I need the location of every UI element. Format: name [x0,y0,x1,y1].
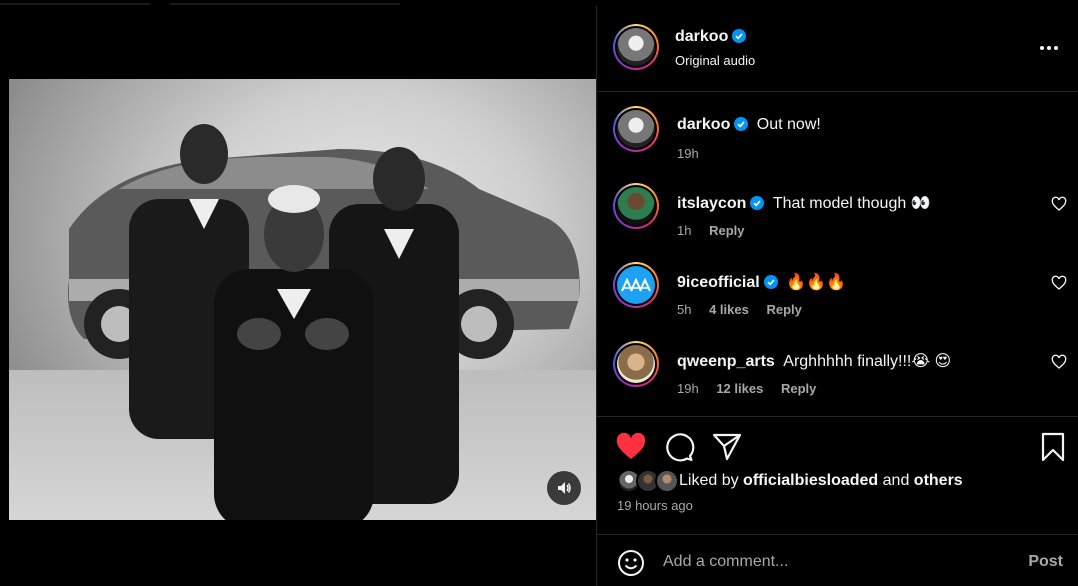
caption-avatar[interactable] [613,106,659,152]
liked-by-and: and [882,472,910,489]
paper-plane-icon[interactable] [711,431,743,463]
comment-text: Arghhhhh finally!!!😭 😍 [783,353,952,370]
comment-time: 19h [677,381,699,396]
caption-time: 19h [677,146,699,161]
reply-button[interactable]: Reply [781,381,816,396]
audio-label[interactable]: Original audio [675,53,755,68]
bookmark-icon[interactable] [1037,431,1069,463]
liked-by: Liked by officialbiesloaded and others [617,469,963,493]
video-frame [68,124,580,520]
verified-badge-icon [732,29,747,43]
comment-username[interactable]: qweenp_arts [677,353,775,370]
reel-video[interactable] [9,79,596,520]
mute-button[interactable] [547,471,581,505]
action-bar [597,416,1078,462]
author-username[interactable]: darkoo [675,28,728,45]
liker-avatars[interactable] [617,469,679,493]
comment-text: That model though 👀 [772,195,931,212]
post-header: darkoo Original audio [597,6,1078,92]
post-panel: darkoo Original audio darkoo Out now! 19… [596,6,1078,586]
media-area [0,0,596,586]
heart-outline-icon[interactable] [1051,354,1067,370]
comment-text: 🔥🔥🔥 [786,274,846,291]
more-options-button[interactable] [1037,40,1061,56]
comment-avatar[interactable] [613,262,659,308]
logo-icon [621,278,651,292]
comment-likes[interactable]: 4 likes [709,302,749,317]
comment-time: 5h [677,302,692,317]
liked-by-prefix: Liked by [679,472,739,489]
speaker-icon [558,482,571,494]
verified-badge-icon [734,117,749,131]
author-avatar[interactable] [613,24,659,70]
heart-outline-icon[interactable] [1051,196,1067,212]
verified-badge-icon [750,196,765,210]
progress-strip [0,0,596,6]
smiley-icon[interactable] [617,549,645,577]
comment-avatar[interactable] [613,341,659,387]
verified-badge-icon [763,275,778,289]
comment-username[interactable]: itslaycon [677,195,746,212]
heart-filled-icon[interactable] [615,431,647,463]
comment-username[interactable]: 9iceofficial [677,274,760,291]
caption-text: Out now! [756,116,821,133]
liked-by-user[interactable]: officialbiesloaded [743,472,878,490]
comment-bubble-icon[interactable] [663,431,695,463]
comment-avatar[interactable] [613,183,659,229]
caption-username[interactable]: darkoo [677,116,730,133]
liked-by-others[interactable]: others [914,472,963,490]
reply-button[interactable]: Reply [709,223,744,238]
heart-outline-icon[interactable] [1051,275,1067,291]
comment-input[interactable] [663,549,993,575]
comment-time: 1h [677,223,692,238]
post-timestamp[interactable]: 19 hours ago [617,498,693,513]
comment-likes[interactable]: 12 likes [716,381,763,396]
more-horizontal-icon [1040,46,1044,50]
add-comment-bar: Post [597,534,1078,586]
reply-button[interactable]: Reply [766,302,801,317]
post-comment-button[interactable]: Post [1028,553,1063,571]
